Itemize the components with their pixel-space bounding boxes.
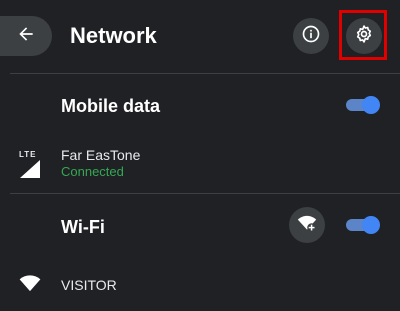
carrier-status: Connected [61,164,124,179]
mobile-data-toggle[interactable] [346,95,380,115]
wifi-add-icon [297,213,317,238]
mobile-data-label: Mobile data [61,96,161,116]
wifi-toggle[interactable] [346,215,380,235]
mobile-wifi-divider [10,193,400,194]
gear-icon [354,24,374,49]
info-icon [301,24,321,49]
wifi-icon [19,274,41,297]
page-title: Network [70,23,157,48]
carrier-name[interactable]: Far EasTone [61,146,140,164]
header-divider [10,73,400,74]
arrow-back-icon [16,24,36,49]
lte-label: LTE [19,150,37,159]
wifi-label: Wi-Fi [61,217,105,237]
wifi-network-visitor[interactable]: VISITOR [61,276,117,294]
add-wifi-network-button[interactable] [289,207,325,243]
lte-signal-icon [20,160,42,183]
back-button[interactable] [0,16,52,56]
info-button[interactable] [293,18,329,54]
settings-button[interactable] [346,18,382,54]
